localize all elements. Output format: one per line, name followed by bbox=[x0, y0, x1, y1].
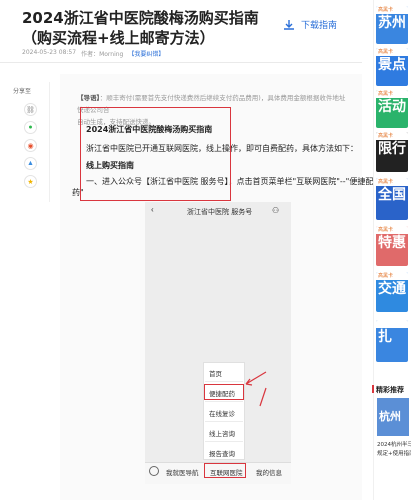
menu-item-online-revisit: 在线复诊 bbox=[209, 410, 235, 418]
link-icon[interactable]: ⛓ bbox=[24, 103, 37, 116]
sidebar-ad-card[interactable]: 高黑卡 苏州 bbox=[376, 6, 408, 44]
article-meta: 2024-05-23 08:57 作者：Morning 【我要纠错】 bbox=[22, 49, 164, 58]
highlight-box-menu bbox=[204, 384, 244, 400]
ad-card-text: 全国 bbox=[378, 187, 406, 203]
sidebar-ad-card[interactable]: 高黑卡 活动 bbox=[376, 90, 408, 128]
menu-divider bbox=[205, 421, 243, 422]
ad-card-text: 交通 bbox=[378, 281, 406, 297]
user-icon: ⚇ bbox=[272, 206, 280, 215]
ad-card-tag: 高黑卡 bbox=[376, 132, 408, 140]
ad-card-text: 苏州 bbox=[378, 15, 406, 31]
ad-card-tag: 高黑卡 bbox=[376, 226, 408, 234]
ad-card-text: 景点 bbox=[378, 57, 406, 73]
ad-card-text: 扎 bbox=[378, 329, 392, 345]
arrow-icon bbox=[245, 371, 267, 407]
wechat-icon[interactable]: ● bbox=[24, 121, 37, 134]
qq-icon[interactable]: ▲ bbox=[24, 157, 37, 170]
download-label: 下载指南 bbox=[301, 21, 338, 31]
sidebar-ad-card[interactable]: 扎 bbox=[376, 320, 408, 362]
qzone-icon[interactable]: ★ bbox=[24, 175, 37, 188]
menu-divider bbox=[205, 381, 243, 382]
sidebar-ad-card[interactable]: 高黑卡 景点 bbox=[376, 48, 408, 86]
sidebar-ad-card[interactable]: 高黑卡 交通 bbox=[376, 272, 408, 312]
author: 作者：Morning bbox=[81, 51, 124, 58]
sidebar-ad-card[interactable]: 高黑卡 特惠 bbox=[376, 226, 408, 266]
ad-card-tag: 高黑卡 bbox=[376, 48, 408, 56]
download-icon bbox=[284, 19, 294, 30]
publish-date: 2024-05-23 08:57 bbox=[22, 49, 77, 56]
menu-divider bbox=[205, 401, 243, 402]
menu-item-report: 报告查询 bbox=[209, 450, 235, 458]
ad-card-tag: 高黑卡 bbox=[376, 178, 408, 186]
sidebar-ad-card[interactable]: 高黑卡 全国 bbox=[376, 178, 408, 220]
menu-item-home: 首页 bbox=[209, 370, 222, 378]
download-guide-button[interactable]: 下载指南 bbox=[283, 18, 337, 31]
ad-card-text: 特惠 bbox=[378, 235, 406, 251]
notice-label: 【导语】 bbox=[77, 94, 100, 102]
weibo-icon[interactable]: ◉ bbox=[24, 139, 37, 152]
ad-card-tag: 高黑卡 bbox=[376, 90, 408, 98]
recommend-title: 精彩推荐 bbox=[376, 386, 404, 394]
highlight-box bbox=[80, 107, 231, 201]
ad-card-tag bbox=[376, 320, 408, 328]
phone-title: 浙江省中医院 服务号 bbox=[187, 208, 253, 216]
highlight-box-tab bbox=[204, 463, 246, 478]
recommend-text-2[interactable]: 规定+使用指南 bbox=[377, 449, 411, 457]
recommend-marker bbox=[372, 385, 374, 393]
menu-divider bbox=[205, 441, 243, 442]
header-divider bbox=[0, 62, 362, 63]
share-label: 分享至 bbox=[13, 88, 32, 95]
report-error-link[interactable]: 【我要纠错】 bbox=[128, 49, 164, 58]
tab-my-info: 我的信息 bbox=[256, 469, 282, 477]
sidebar-ad-card[interactable]: 高黑卡 限行 bbox=[376, 132, 408, 172]
article-title: 2024浙江省中医院酸梅汤购买指南（购买流程+线上邮寄方法） bbox=[22, 9, 259, 47]
recommend-text[interactable]: 2024杭州半马 bbox=[377, 440, 411, 448]
recommend-thumbnail[interactable]: 杭州 bbox=[377, 398, 409, 436]
back-icon: ‹ bbox=[151, 205, 154, 214]
menu-item-online-consult: 线上咨询 bbox=[209, 430, 235, 438]
tab-guide: 我就医导航 bbox=[166, 469, 199, 477]
ad-card-tag: 高黑卡 bbox=[376, 6, 408, 14]
ad-card-tag: 高黑卡 bbox=[376, 272, 408, 280]
keyboard-icon bbox=[149, 466, 159, 476]
ad-card-text: 活动 bbox=[378, 99, 406, 115]
ad-card-text: 限行 bbox=[378, 141, 406, 157]
